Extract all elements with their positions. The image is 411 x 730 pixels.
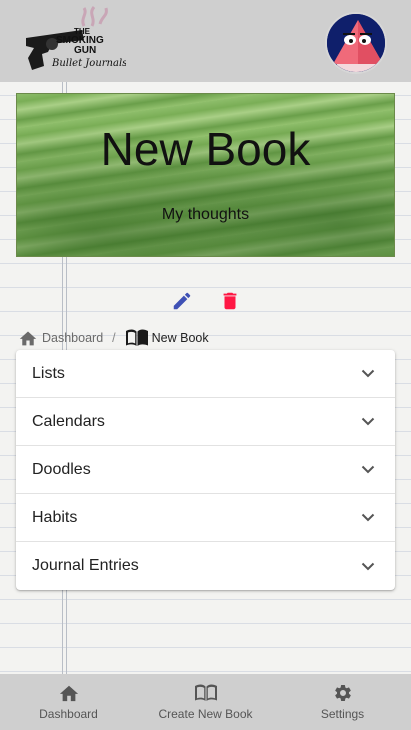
delete-book-button[interactable] [219, 290, 241, 312]
nav-item-dashboard[interactable]: Dashboard [0, 674, 137, 730]
book-subtitle: My thoughts [161, 206, 250, 223]
trash-icon [223, 292, 237, 310]
nav-item-settings[interactable]: Settings [274, 674, 411, 730]
edit-book-button[interactable] [171, 290, 193, 312]
accordion-item-lists[interactable]: Lists [16, 350, 395, 398]
nav-label: Create New Book [158, 707, 253, 721]
accordion-label: Habits [32, 508, 78, 526]
app-header: THE SMOKING GUN Bullet Journals [0, 0, 411, 82]
book-cover-banner: New Book My thoughts [16, 93, 395, 257]
chevron-down-icon [361, 369, 375, 378]
accordion-item-habits[interactable]: Habits [16, 494, 395, 542]
breadcrumb: Dashboard / New Book [18, 328, 209, 348]
home-icon [19, 331, 37, 346]
book-icon [125, 329, 148, 346]
accordion-label: Journal Entries [32, 557, 139, 574]
accordion-item-calendars[interactable]: Calendars [16, 398, 395, 446]
accordion-item-journal-entries[interactable]: Journal Entries [16, 542, 395, 590]
accordion-label: Doodles [32, 460, 91, 478]
accordion-label: Calendars [32, 412, 105, 430]
nav-item-create-new-book[interactable]: Create New Book [137, 674, 274, 730]
bottom-navigation: Dashboard Create New Book Settings [0, 674, 411, 730]
breadcrumb-separator: / [112, 331, 116, 345]
avatar[interactable] [325, 12, 387, 74]
chevron-down-icon [361, 465, 375, 474]
book-sections-accordion: Lists Calendars Doodles Habits Journal E… [16, 350, 395, 590]
accordion-label: Lists [32, 364, 65, 382]
breadcrumb-label: New Book [151, 331, 209, 345]
chevron-down-icon [361, 513, 375, 522]
book-title: New Book [100, 123, 311, 175]
gear-icon [334, 685, 351, 701]
revolver-logo-icon: THE SMOKING GUN Bullet Journals [26, 6, 127, 70]
chevron-down-icon [361, 417, 375, 426]
triangle-character-avatar-icon [327, 14, 385, 72]
nav-label: Settings [320, 707, 365, 721]
pencil-icon [173, 292, 191, 310]
logo-text-line3: GUN [74, 45, 96, 56]
smoking-gun-logo[interactable]: THE SMOKING GUN Bullet Journals [22, 4, 127, 76]
breadcrumb-item-current: New Book [125, 329, 209, 347]
breadcrumb-label: Dashboard [42, 331, 104, 345]
logo-text-line4: Bullet Journals [51, 58, 126, 69]
book-open-icon [194, 684, 217, 701]
chevron-down-icon [361, 562, 375, 570]
accordion-item-doodles[interactable]: Doodles [16, 446, 395, 494]
home-icon [59, 685, 78, 702]
nav-label: Dashboard [39, 707, 98, 721]
breadcrumb-item-dashboard[interactable]: Dashboard [18, 329, 103, 347]
